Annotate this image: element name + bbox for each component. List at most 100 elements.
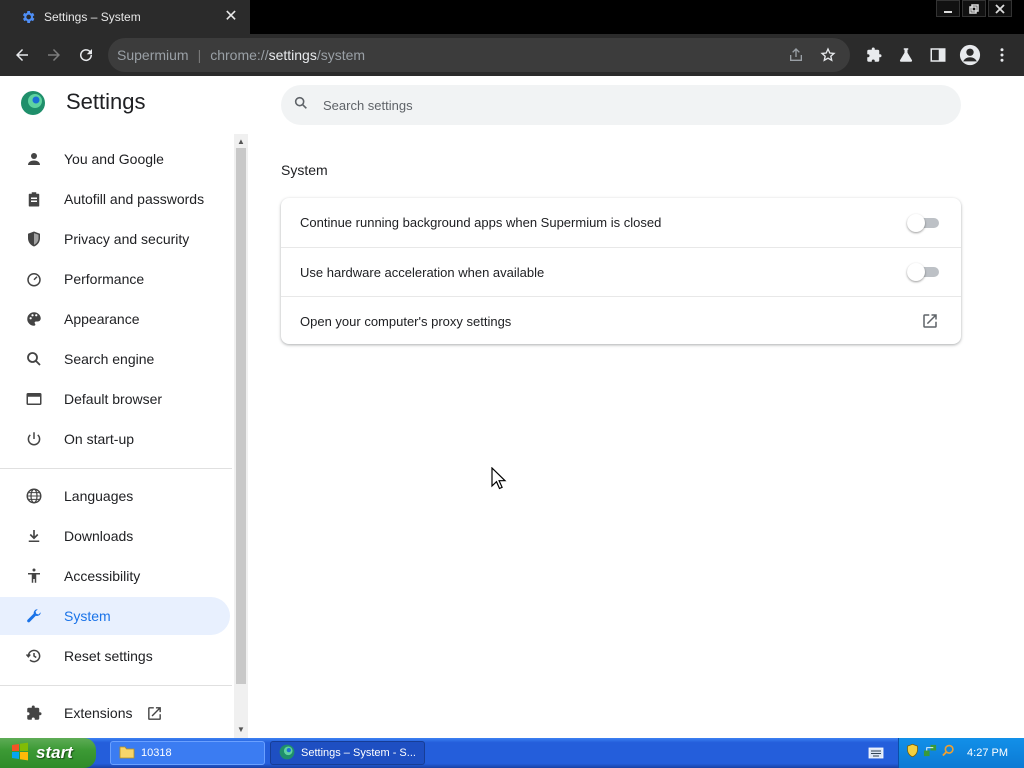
puzzle-icon (24, 703, 44, 723)
windows-flag-icon (10, 741, 30, 766)
sidebar-item-default-browser[interactable]: Default browser (0, 380, 230, 418)
taskbar: start 10318 Settings – System - S... 4:2… (0, 738, 1024, 768)
sidebar-divider (0, 468, 232, 469)
sidebar-divider (0, 685, 232, 686)
accessibility-icon (24, 566, 44, 586)
sidebar-item-reset-settings[interactable]: Reset settings (0, 637, 230, 675)
scroll-down-arrow-icon[interactable]: ▼ (234, 724, 248, 736)
url-scheme: chrome:// (210, 47, 269, 63)
sidebar-item-downloads[interactable]: Downloads (0, 517, 230, 555)
speedometer-icon (24, 269, 44, 289)
sidebar-item-appearance[interactable]: Appearance (0, 300, 230, 338)
hardware-acceleration-toggle[interactable] (907, 263, 939, 281)
shield-icon (24, 229, 44, 249)
back-icon[interactable] (6, 39, 38, 71)
open-in-new-icon[interactable] (921, 312, 939, 330)
extensions-puzzle-icon[interactable] (858, 39, 890, 71)
omnibox-separator: | (197, 47, 202, 63)
sidebar-item-search-engine[interactable]: Search engine (0, 340, 230, 378)
browser-tab[interactable]: Settings – System ✕ (0, 0, 250, 34)
row-label: Use hardware acceleration when available (300, 264, 545, 280)
sidebar-scrollbar[interactable]: ▲ ▼ (234, 134, 248, 738)
person-icon (24, 149, 44, 169)
scroll-up-arrow-icon[interactable]: ▲ (234, 136, 248, 148)
toolbar-actions (858, 39, 1018, 71)
sidebar-item-performance[interactable]: Performance (0, 260, 230, 298)
browser-logo-icon (279, 744, 295, 763)
page-title: Settings (66, 89, 146, 114)
url-path: /system (316, 47, 366, 63)
search-icon (24, 349, 44, 369)
address-bar[interactable]: Supermium | chrome:// settings /system (108, 38, 850, 72)
row-label: Open your computer's proxy settings (300, 313, 512, 329)
omnibox-brand: Supermium (117, 47, 189, 63)
close-window-icon[interactable] (988, 0, 1012, 17)
sidebar-item-autofill[interactable]: Autofill and passwords (0, 180, 230, 218)
search-box[interactable] (281, 85, 961, 125)
taskbar-item-browser[interactable]: Settings – System - S... (270, 741, 425, 765)
network-icon[interactable] (923, 743, 938, 763)
window-controls (936, 0, 1012, 18)
labs-flask-icon[interactable] (890, 39, 922, 71)
system-tray: 4:27 PM (898, 738, 1024, 768)
scrollbar-thumb[interactable] (236, 148, 246, 684)
settings-page: Settings You and Google Autofill and pas… (0, 76, 1024, 738)
sidebar-item-label: Privacy and security (64, 231, 190, 247)
keyboard-icon[interactable] (868, 746, 884, 760)
search-icon (293, 95, 309, 116)
row-label: Continue running background apps when Su… (300, 215, 662, 230)
sidebar-item-on-startup[interactable]: On start-up (0, 420, 230, 458)
sidebar-item-label: On start-up (64, 431, 135, 447)
search-magnifier-icon[interactable] (941, 743, 956, 763)
section-title: System (281, 162, 328, 178)
taskbar-item-folder[interactable]: 10318 (110, 741, 265, 765)
sidebar-item-label: Appearance (64, 311, 140, 327)
browser-icon (24, 389, 44, 409)
sidebar-item-label: You and Google (64, 151, 164, 167)
sidebar-item-label: Reset settings (64, 648, 153, 664)
task-label: Settings – System - S... (301, 747, 416, 759)
security-shield-icon[interactable] (905, 743, 920, 763)
start-button[interactable]: start (0, 738, 96, 768)
toggle-knob (907, 213, 925, 232)
sidebar-item-system[interactable]: System (0, 597, 230, 635)
sidebar-item-label: Default browser (64, 391, 163, 407)
toggle-knob (907, 263, 925, 281)
sidebar-item-privacy[interactable]: Privacy and security (0, 220, 230, 258)
sidebar-item-accessibility[interactable]: Accessibility (0, 557, 230, 595)
hardware-acceleration-row[interactable]: Use hardware acceleration when available (281, 247, 961, 296)
palette-icon (24, 309, 44, 329)
search-settings-input[interactable] (323, 97, 883, 113)
background-apps-row[interactable]: Continue running background apps when Su… (281, 198, 961, 247)
sidebar-item-label: Performance (64, 271, 145, 287)
forward-icon[interactable] (38, 39, 70, 71)
tab-title: Settings – System (44, 10, 141, 24)
title-bar: Settings – System ✕ (0, 0, 1024, 34)
background-apps-toggle[interactable] (907, 213, 939, 232)
share-icon[interactable] (780, 39, 812, 71)
clipboard-icon (24, 189, 44, 209)
folder-icon (119, 745, 135, 762)
restore-icon[interactable] (962, 0, 986, 17)
sidebar-item-extensions[interactable]: Extensions (0, 694, 230, 732)
proxy-settings-row[interactable]: Open your computer's proxy settings (281, 296, 961, 345)
history-icon (24, 646, 44, 666)
url-host: settings (268, 47, 317, 63)
menu-kebab-icon[interactable] (986, 39, 1018, 71)
sidebar-item-you-and-google[interactable]: You and Google (0, 140, 230, 178)
system-settings-card: Continue running background apps when Su… (281, 198, 961, 344)
browser-toolbar: Supermium | chrome:// settings /system (0, 34, 1024, 76)
wrench-icon (24, 606, 44, 626)
power-icon (24, 429, 44, 449)
profile-avatar-icon[interactable] (954, 39, 986, 71)
supermium-logo-icon (20, 90, 46, 116)
bookmark-star-icon[interactable] (812, 39, 844, 71)
side-panel-icon[interactable] (922, 39, 954, 71)
sidebar-item-label: System (64, 608, 111, 624)
settings-gear-icon (20, 9, 36, 25)
reload-icon[interactable] (70, 39, 102, 71)
minimize-icon[interactable] (936, 0, 960, 17)
tab-close-icon[interactable]: ✕ (222, 8, 240, 26)
task-label: 10318 (141, 747, 172, 759)
sidebar-item-languages[interactable]: Languages (0, 477, 230, 515)
